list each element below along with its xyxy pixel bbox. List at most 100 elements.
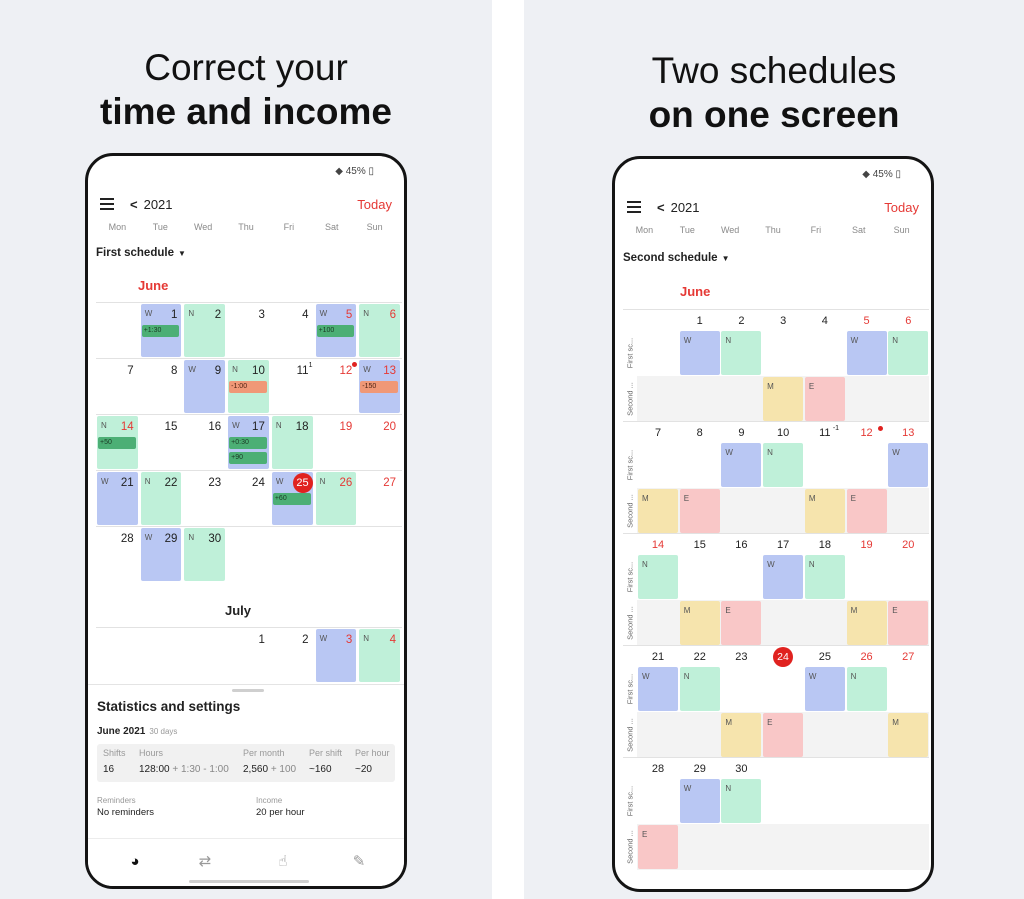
shift-block[interactable]: N (846, 667, 887, 711)
day-cell-1[interactable]: 1 (227, 628, 271, 684)
reminders-label: Reminders (97, 796, 136, 805)
day-number: 11 (819, 427, 831, 439)
stat-hours: Hours 128:00 + 1:30 - 1:00 (139, 748, 229, 775)
today-button[interactable]: Today (884, 200, 919, 215)
day-cell-16[interactable]: 16 (183, 415, 227, 471)
year-back-button[interactable]: <2021 (657, 200, 700, 215)
first-schedule-row: NWN (637, 554, 929, 600)
day-cell-29[interactable]: W 29 (140, 527, 184, 583)
stat-hours-value-row: 128:00 + 1:30 - 1:00 (139, 764, 229, 775)
day-cell-6[interactable]: N6 (358, 303, 402, 359)
shift-block[interactable]: E (888, 601, 929, 645)
shift-block[interactable]: N (721, 779, 762, 823)
today-button[interactable]: Today (357, 197, 392, 212)
day-cell-7[interactable]: 7 (96, 359, 140, 415)
shift-block[interactable]: M (721, 713, 762, 757)
shift-block[interactable]: E (679, 489, 720, 533)
shift-block[interactable]: N (804, 555, 845, 599)
shift-block[interactable]: E (721, 601, 762, 645)
shift-letter: M (642, 494, 649, 503)
day-cell-9[interactable]: W9 (183, 359, 227, 415)
day-cell-14[interactable]: N 14 +50 (96, 415, 140, 471)
day-cell-5[interactable]: W 5 +100 (315, 303, 359, 359)
shift-block[interactable]: W (888, 443, 929, 487)
menu-icon[interactable] (100, 198, 114, 210)
shift-block[interactable]: N (679, 667, 720, 711)
day-cell-22[interactable]: N 22 (140, 471, 184, 527)
shift-letter: E (642, 830, 648, 839)
schedule-selector[interactable]: First schedule ▼ (96, 247, 186, 259)
day-cell-17[interactable]: W 17 +0:30 +90 (227, 415, 271, 471)
day-cell-4[interactable]: 4 (271, 303, 315, 359)
day-cell-25[interactable]: W 25 +60 (271, 471, 315, 527)
day-cell-12[interactable]: 12 (315, 359, 359, 415)
shift-block[interactable]: N (888, 331, 929, 375)
calendar-week-row: W 21 N 22 23 24 W 25 +60 N 26 27 (96, 470, 402, 526)
day-cell-1[interactable]: W 1 +1:30 (140, 303, 184, 359)
day-cell-4[interactable]: N4 (358, 628, 402, 684)
shift-block[interactable]: M (638, 489, 678, 533)
shift-block[interactable]: N (763, 443, 804, 487)
day-cell-27[interactable]: 27 (358, 471, 402, 527)
income-setting[interactable]: Income 20 per hour (256, 796, 305, 818)
day-number: 3 (345, 634, 353, 646)
day-cell-26[interactable]: N 26 (315, 471, 359, 527)
day-cell-3[interactable]: W3 (315, 628, 359, 684)
day-cell-2[interactable]: N2 (183, 303, 227, 359)
shift-block[interactable]: W (721, 443, 762, 487)
shift-block[interactable]: M (679, 601, 720, 645)
shift-block[interactable]: N (638, 555, 678, 599)
shift-block[interactable]: W (846, 331, 887, 375)
shift-block[interactable]: E (804, 377, 845, 421)
day-cell-13[interactable]: W 13 -150 (358, 359, 402, 415)
shift-block[interactable]: E (763, 713, 804, 757)
day-cell-20[interactable]: 20 (358, 415, 402, 471)
adjustment-pill: +50 (98, 437, 136, 449)
day-cell-2[interactable]: 2 (271, 628, 315, 684)
adjustment-pill: -1:00 (229, 381, 267, 393)
menu-icon[interactable] (627, 201, 641, 213)
statistics-sheet[interactable]: Statistics and settings June 2021 30 days… (88, 684, 404, 844)
shift-block[interactable]: E (846, 489, 887, 533)
reminders-setting[interactable]: Reminders No reminders (97, 796, 154, 818)
calendar-week-row: 28 29 30 First sc... W N Second ... E (623, 757, 929, 870)
day-cell-24[interactable]: 24 (227, 471, 271, 527)
shift-letter: N (683, 672, 690, 681)
shift-block[interactable]: W (679, 331, 720, 375)
shift-block[interactable]: M (763, 377, 804, 421)
shift-block[interactable]: M (888, 713, 929, 757)
shift-block[interactable]: M (804, 489, 845, 533)
clock-icon[interactable]: ◕ (126, 853, 144, 871)
schedule-selector[interactable]: Second schedule ▼ (623, 252, 730, 264)
day-cell-3[interactable]: 3 (227, 303, 271, 359)
day-cell-21[interactable]: W 21 (96, 471, 140, 527)
magic-wand-icon[interactable]: ✎ (350, 853, 368, 871)
shift-block[interactable]: W (679, 779, 720, 823)
year-back-button[interactable]: <2021 (130, 197, 173, 212)
shift-block[interactable]: W (638, 667, 678, 711)
second-schedule-row: ME (637, 376, 929, 422)
stats-period[interactable]: June 2021 30 days (97, 726, 177, 737)
shift-block[interactable]: W (804, 667, 845, 711)
shift-block[interactable]: E (638, 825, 678, 869)
repeat-icon[interactable]: ⇄ (196, 853, 214, 871)
stat-shifts-value: 16 (103, 764, 115, 775)
day-cell-18[interactable]: N 18 (271, 415, 315, 471)
shift-block[interactable]: N (721, 331, 762, 375)
day-cell-30[interactable]: N 30 (183, 527, 227, 583)
day-cell-23[interactable]: 23 (183, 471, 227, 527)
day-number: 5 (345, 309, 353, 321)
day-cell-15[interactable]: 15 (140, 415, 184, 471)
shift-letter: M (892, 718, 899, 727)
day-number: 28 (120, 533, 134, 545)
day-number: 2 (302, 634, 309, 646)
day-cell-19[interactable]: 19 (315, 415, 359, 471)
day-cell-8[interactable]: 8 (140, 359, 184, 415)
day-cell-10[interactable]: N 10 -1:00 (227, 359, 271, 415)
drag-handle[interactable] (232, 689, 264, 692)
day-cell-11[interactable]: 11 1 (271, 359, 315, 415)
touch-icon[interactable]: ☝ (274, 853, 292, 871)
day-cell-28[interactable]: 28 (96, 527, 140, 583)
shift-block[interactable]: W (763, 555, 804, 599)
shift-block[interactable]: M (846, 601, 887, 645)
